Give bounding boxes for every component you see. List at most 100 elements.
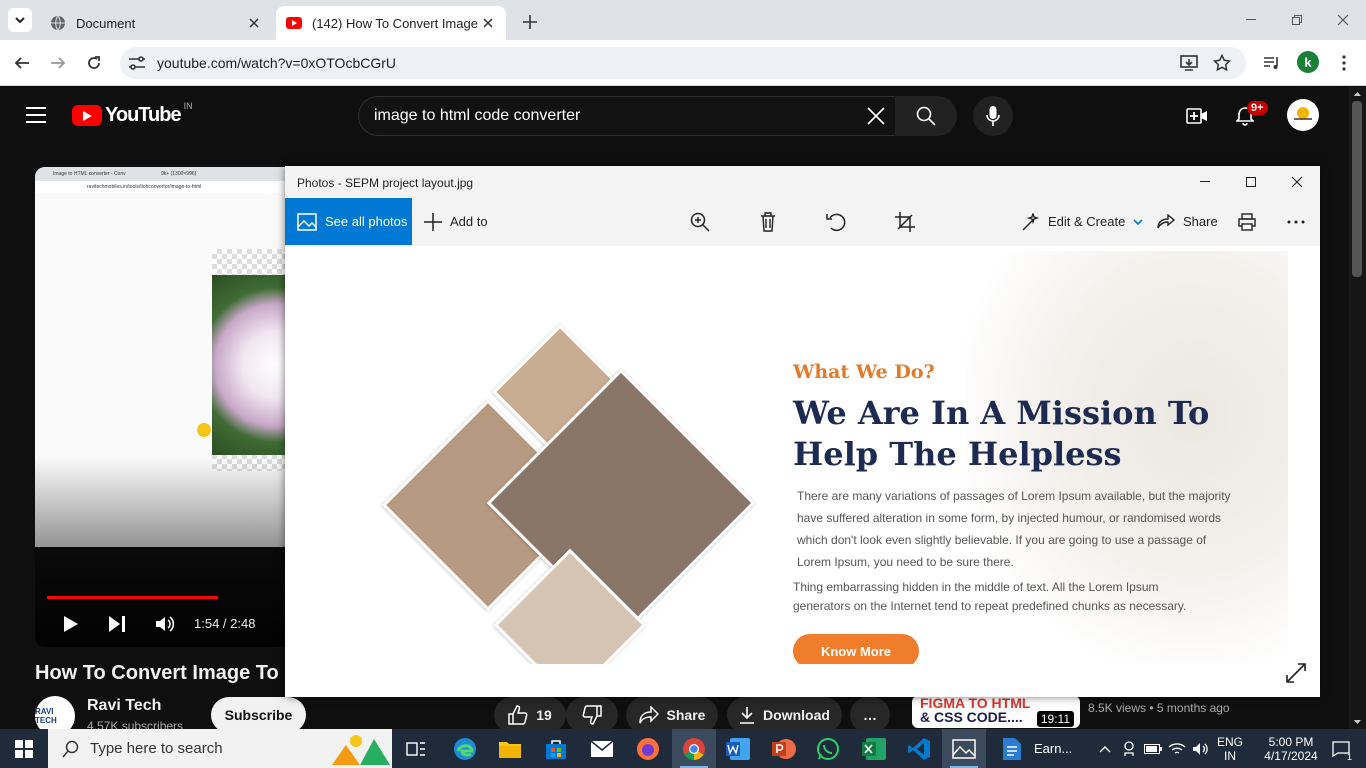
meet-now-icon[interactable] (1118, 729, 1140, 768)
next-button[interactable] (105, 612, 129, 636)
crop-icon (895, 211, 915, 232)
reload-button[interactable] (80, 49, 108, 77)
globe-icon (50, 15, 66, 31)
related-video-thumbnail[interactable]: FIGMA TO HTML & CSS CODE.... 19:11 (912, 696, 1080, 728)
forward-button[interactable] (44, 49, 72, 77)
store-app[interactable] (534, 729, 578, 768)
minimize-button[interactable] (1228, 6, 1274, 34)
whatsapp-icon (817, 737, 839, 760)
profile-avatar[interactable]: k (1297, 51, 1319, 73)
close-window-button[interactable] (1274, 166, 1320, 198)
store-bag-icon (546, 739, 566, 759)
close-window-button[interactable] (1320, 6, 1366, 34)
search-input[interactable]: image to html code converter (358, 96, 896, 136)
excel-icon (862, 737, 886, 760)
video-browser-url: ravitechmobiles.in/tools/itohconvertor/i… (35, 181, 295, 193)
volume-icon[interactable] (1190, 729, 1212, 768)
like-button[interactable]: 19 (494, 697, 566, 733)
start-button[interactable] (0, 729, 48, 768)
vscode-app[interactable] (897, 729, 941, 768)
rotate-button[interactable] (826, 198, 846, 245)
page-scrollbar[interactable] (1349, 87, 1366, 729)
edge-app[interactable] (443, 729, 487, 768)
file-explorer-app[interactable] (488, 729, 532, 768)
edit-create-button[interactable]: Edit & Create (1022, 198, 1143, 245)
close-icon (1291, 176, 1303, 188)
more-actions-button[interactable]: … (850, 697, 890, 733)
channel-name[interactable]: Ravi Tech (87, 697, 161, 715)
notification-center-button[interactable]: 1 (1324, 729, 1358, 768)
search-button[interactable] (895, 96, 957, 136)
input-language-indicator[interactable]: ENG IN (1214, 729, 1246, 768)
scroll-down-arrow-icon[interactable] (1349, 717, 1366, 729)
powerpoint-icon (772, 738, 796, 759)
clock[interactable]: 5:00 PM 4/17/2024 (1254, 729, 1328, 768)
minimize-icon (1246, 19, 1256, 20)
photo-viewer[interactable]: What We Do? We Are In A Mission To Help … (285, 246, 1320, 697)
see-all-photos-button[interactable]: See all photos (285, 198, 412, 245)
scroll-up-arrow-icon[interactable] (1349, 87, 1366, 99)
share-button[interactable]: Share (1157, 198, 1218, 245)
tab-document[interactable]: Document (40, 6, 272, 40)
hamburger-menu-icon[interactable] (26, 107, 46, 123)
share-button[interactable]: Share (626, 697, 718, 733)
chevron-up-icon (1099, 745, 1111, 752)
edge-icon (454, 737, 476, 760)
chrome-app[interactable] (672, 729, 716, 768)
restore-button[interactable] (1274, 6, 1320, 34)
address-bar[interactable]: youtube.com/watch?v=0xOTOcbCGrU (120, 47, 1246, 79)
fullscreen-expand-icon[interactable] (1285, 662, 1307, 684)
crop-button[interactable] (895, 198, 915, 245)
new-tab-button[interactable] (518, 10, 542, 34)
close-icon[interactable] (246, 15, 262, 31)
back-button[interactable] (8, 49, 36, 77)
voice-search-button[interactable] (973, 96, 1013, 136)
video-player[interactable]: Image to HTML converter - Conv 9k+ (1300… (35, 167, 295, 647)
delete-button[interactable] (760, 198, 776, 245)
bookmark-star-icon[interactable] (1212, 53, 1232, 73)
close-icon[interactable] (480, 15, 496, 31)
zoom-button[interactable] (690, 198, 710, 245)
scrollbar-thumb[interactable] (1352, 101, 1362, 277)
media-controls-button[interactable] (1258, 49, 1286, 77)
account-avatar[interactable] (1287, 99, 1319, 131)
excel-app[interactable] (852, 729, 896, 768)
play-button[interactable] (59, 612, 83, 636)
word-app[interactable] (716, 729, 760, 768)
section-paragraph-1: There are many variations of passages of… (797, 489, 1231, 569)
clear-search-icon[interactable] (865, 105, 887, 127)
task-view-button[interactable] (394, 729, 438, 768)
create-button[interactable] (1181, 100, 1213, 132)
site-info-icon[interactable] (128, 54, 146, 72)
wifi-icon[interactable] (1166, 729, 1188, 768)
word-document-app[interactable]: Earn... (990, 729, 1090, 768)
subscribe-button[interactable]: Subscribe (211, 697, 306, 733)
see-all-label: See all photos (325, 214, 408, 229)
add-to-button[interactable]: Add to (424, 198, 488, 245)
tab-search-button[interactable] (8, 8, 32, 32)
tab-youtube[interactable]: (142) How To Convert Image To (276, 6, 506, 40)
mail-app[interactable] (580, 729, 624, 768)
rotate-icon (826, 213, 846, 231)
minimize-button[interactable] (1182, 166, 1228, 198)
battery-icon[interactable] (1142, 729, 1164, 768)
chrome-menu-button[interactable] (1330, 49, 1358, 77)
taskbar-search-input[interactable]: Type here to search (48, 729, 392, 768)
dislike-button[interactable] (566, 697, 618, 733)
progress-bar[interactable] (47, 596, 218, 599)
maximize-button[interactable] (1228, 166, 1274, 198)
volume-button[interactable] (153, 612, 177, 636)
firefox-app[interactable] (626, 729, 670, 768)
install-app-icon[interactable] (1179, 53, 1199, 73)
download-button[interactable]: Download (727, 697, 842, 733)
whatsapp-app[interactable] (806, 729, 850, 768)
youtube-logo[interactable]: YouTube IN (72, 101, 193, 127)
video-time: 1:54 / 2:48 (194, 616, 256, 631)
show-hidden-icons-button[interactable] (1094, 729, 1116, 768)
print-button[interactable] (1238, 198, 1256, 245)
more-options-button[interactable] (1287, 198, 1305, 245)
photos-app[interactable] (942, 729, 986, 768)
close-icon (1337, 14, 1349, 26)
powerpoint-app[interactable] (762, 729, 806, 768)
thumb-line-1: FIGMA TO HTML (920, 696, 1031, 711)
